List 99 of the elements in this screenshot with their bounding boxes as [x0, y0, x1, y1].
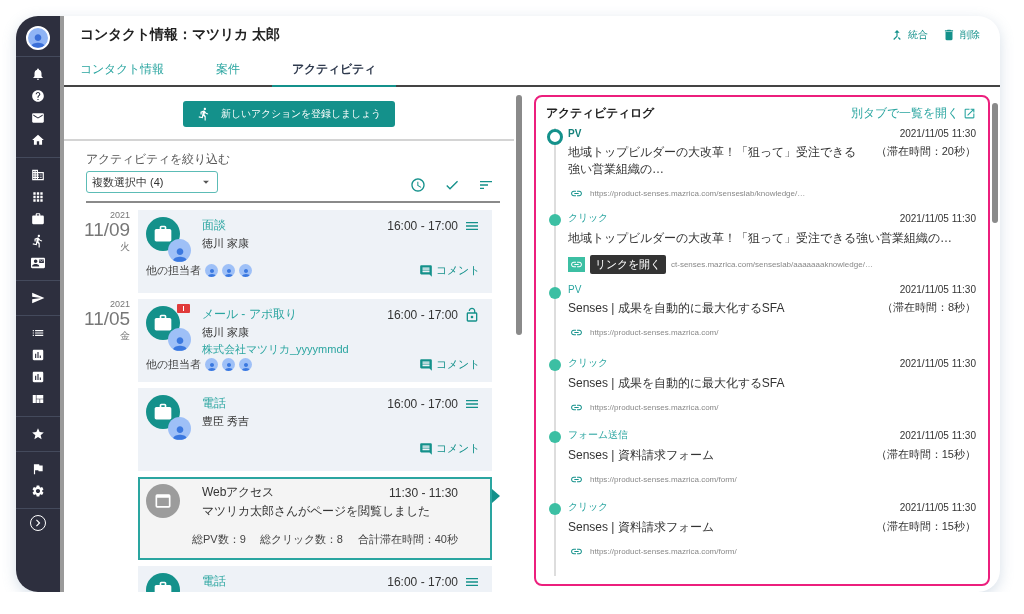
merge-button[interactable]: 統合 — [890, 28, 928, 42]
co-assignee-avatar — [239, 358, 252, 371]
log-url: https://product-senses.mazrica.com/form/ — [590, 547, 737, 556]
activity-time: 16:00 - 17:00 — [387, 396, 458, 411]
log-page-title: Senses | 成果を自動的に最大化するSFA — [568, 375, 786, 392]
person-name: 徳川 家康 — [202, 325, 251, 340]
clock-icon[interactable] — [410, 177, 426, 193]
running-figure-icon — [197, 107, 211, 121]
activity-card[interactable]: メール - アポ取り 16:00 - 17:00 徳川 家康 株式会社マツリカ_yyyymmdd 他の担当者 コメント — [138, 299, 492, 382]
open-in-new-tab-link[interactable]: 別タブで一覧を開く — [851, 105, 976, 122]
log-page-title: Senses | 資料請求フォーム — [568, 519, 715, 536]
comment-button[interactable]: コメント — [419, 263, 480, 278]
co-assignee-avatar — [205, 358, 218, 371]
stat-text: 総クリック数：8 — [259, 532, 343, 547]
log-datetime: 2021/11/05 11:30 — [899, 429, 976, 441]
comment-icon — [419, 441, 433, 456]
log-type: クリック — [568, 211, 608, 225]
co-assignee-avatar — [239, 264, 252, 277]
date-day: 11/05 — [84, 309, 130, 329]
log-datetime: 2021/11/05 11:30 — [899, 128, 976, 139]
activity-title: 電話 — [202, 573, 226, 590]
log-url: https://product-senses.mazrica.com/senseslab/knowledge/… — [590, 189, 806, 198]
log-type: PV — [568, 284, 582, 295]
date-day: 11/09 — [84, 220, 130, 240]
person-name: 徳川 家康 — [202, 236, 251, 251]
briefcase-icon — [146, 395, 180, 429]
new-action-button[interactable]: 新しいアクションを登録しましょう — [183, 101, 395, 127]
browser-icon — [146, 484, 180, 518]
page-title: コンタクト情報：マツリカ 太郎 — [80, 26, 280, 44]
trash-icon — [942, 28, 956, 42]
briefcase-icon — [146, 306, 180, 340]
log-type: フォーム送信 — [568, 428, 628, 442]
log-page-title: 地域トップビルダーの大改革！「狙って」受注できる強い営業組織の… — [568, 230, 953, 247]
stat-text: 総PV数：9 — [192, 532, 246, 547]
log-datetime: 2021/11/05 11:30 — [899, 501, 976, 513]
activity-card[interactable]: 電話 16:00 - 17:00 豊臣 秀吉 コメント — [138, 388, 492, 471]
delete-button[interactable]: 削除 — [942, 28, 980, 42]
log-url: ct-senses.mazrica.com/senseslab/aaaaaaaknowledge/… — [671, 260, 873, 269]
stay-time: （滞在時間：8秒） — [881, 300, 976, 315]
activity-title: メール - アポ取り — [202, 306, 297, 323]
activity-time: 11:30 - 11:30 — [389, 485, 458, 500]
lock-icon[interactable] — [464, 306, 480, 323]
filter-select[interactable]: 複数選択中 (4) — [86, 171, 218, 193]
activity-title: 電話 — [202, 395, 226, 412]
person-avatar — [168, 239, 191, 262]
log-title: アクティビティログ — [546, 105, 654, 122]
log-type: クリック — [568, 500, 608, 514]
web-access-card[interactable]: Webアクセス 11:30 - 11:30 マツリカ太郎さんがページを閲覧しました 総PV数：9 総クリック数：8 合計滞在時間：40秒 — [138, 477, 492, 560]
comment-icon — [419, 357, 433, 372]
log-type: クリック — [568, 356, 608, 370]
open-in-new-icon — [963, 107, 976, 120]
tooltip: リンクを開く — [590, 255, 666, 274]
filter-label: アクティビティを絞り込む — [86, 151, 230, 168]
pointer-arrow — [492, 489, 500, 503]
log-type: PV — [568, 128, 582, 139]
user-avatar[interactable] — [26, 26, 50, 50]
stay-time: （滞在時間：15秒） — [875, 519, 976, 534]
log-datetime: 2021/11/05 11:30 — [899, 357, 976, 369]
scrollbar[interactable] — [992, 103, 998, 223]
person-avatar — [168, 328, 191, 351]
co-assignee-label: 他の担当者 — [146, 357, 201, 372]
log-datetime: 2021/11/05 11:30 — [899, 212, 976, 224]
activity-card[interactable]: 電話 16:00 - 17:00 — [138, 566, 492, 592]
date-year: 2021 — [108, 299, 130, 309]
date-weekday: 金 — [119, 329, 130, 343]
scrollbar[interactable] — [516, 95, 522, 335]
log-page-title: Senses | 資料請求フォーム — [568, 447, 715, 464]
activity-time: 16:00 - 17:00 — [387, 307, 458, 322]
person-name: 豊臣 秀吉 — [202, 414, 251, 429]
co-assignee-label: 他の担当者 — [146, 263, 201, 278]
log-page-title: Senses | 成果を自動的に最大化するSFA — [568, 300, 786, 317]
briefcase-icon — [146, 217, 180, 251]
tab[interactable]: コンタクト情報 — [80, 56, 184, 87]
activity-card[interactable]: 面談 16:00 - 17:00 徳川 家康 他の担当者 コメント — [138, 210, 492, 293]
activity-title: 面談 — [202, 217, 226, 234]
comment-button[interactable]: コメント — [419, 357, 480, 372]
co-assignee-avatar — [222, 358, 235, 371]
log-datetime: 2021/11/05 11:30 — [899, 284, 976, 295]
log-url: https://product-senses.mazrica.com/ — [590, 328, 719, 337]
date-weekday: 火 — [119, 240, 130, 254]
stay-time: （滞在時間：15秒） — [875, 447, 976, 462]
comment-icon — [419, 263, 433, 278]
co-assignee-avatar — [205, 264, 218, 277]
log-page-title: 地域トップビルダーの大改革！「狙って」受注できる強い営業組織の… — [568, 144, 857, 178]
person-avatar — [168, 417, 191, 440]
tab[interactable]: 案件 — [196, 56, 260, 87]
activity-title: Webアクセス — [202, 484, 275, 501]
activity-time: 16:00 - 17:00 — [387, 218, 458, 233]
date-year: 2021 — [108, 210, 130, 220]
company-link[interactable]: 株式会社マツリカ_yyyymmdd — [202, 342, 480, 357]
log-url: https://product-senses.mazrica.com/form/ — [590, 475, 737, 484]
log-url: https://product-senses.mazrica.com/ — [590, 403, 719, 412]
total-time: 合計滞在時間：40秒 — [357, 532, 458, 547]
activity-time: 16:00 - 17:00 — [387, 574, 458, 589]
stay-time: （滞在時間：20秒） — [875, 144, 976, 159]
comment-button[interactable]: コメント — [419, 441, 480, 456]
activity-description: マツリカ太郎さんがページを閲覧しました — [202, 503, 431, 520]
tab[interactable]: アクティビティ — [272, 56, 396, 87]
co-assignee-avatar — [222, 264, 235, 277]
